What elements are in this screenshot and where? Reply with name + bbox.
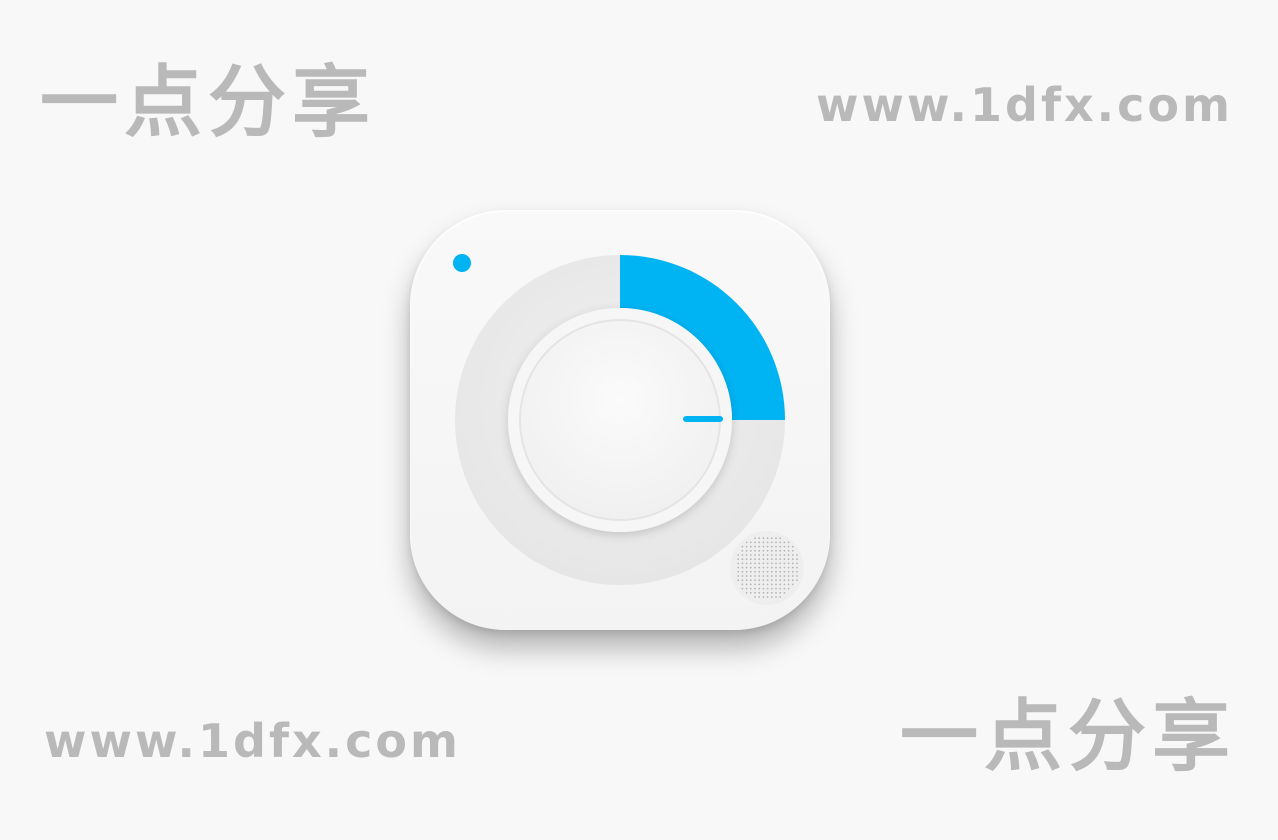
screenshot-canvas: 一点分享 www.1dfx.com www.1dfx.com 一点分享 xyxy=(0,0,1278,840)
watermark-brand-text: 一点分享 xyxy=(40,58,377,148)
timer-app-icon[interactable] xyxy=(410,210,830,630)
status-dot xyxy=(453,254,471,272)
speaker-grille-icon xyxy=(731,531,803,603)
timer-dial-icon xyxy=(453,254,803,603)
watermark-url-text: www.1dfx.com xyxy=(44,714,461,768)
dial-marker xyxy=(683,416,723,422)
watermark-brand-text: 一点分享 xyxy=(900,692,1237,782)
watermark-url-text: www.1dfx.com xyxy=(816,78,1233,132)
